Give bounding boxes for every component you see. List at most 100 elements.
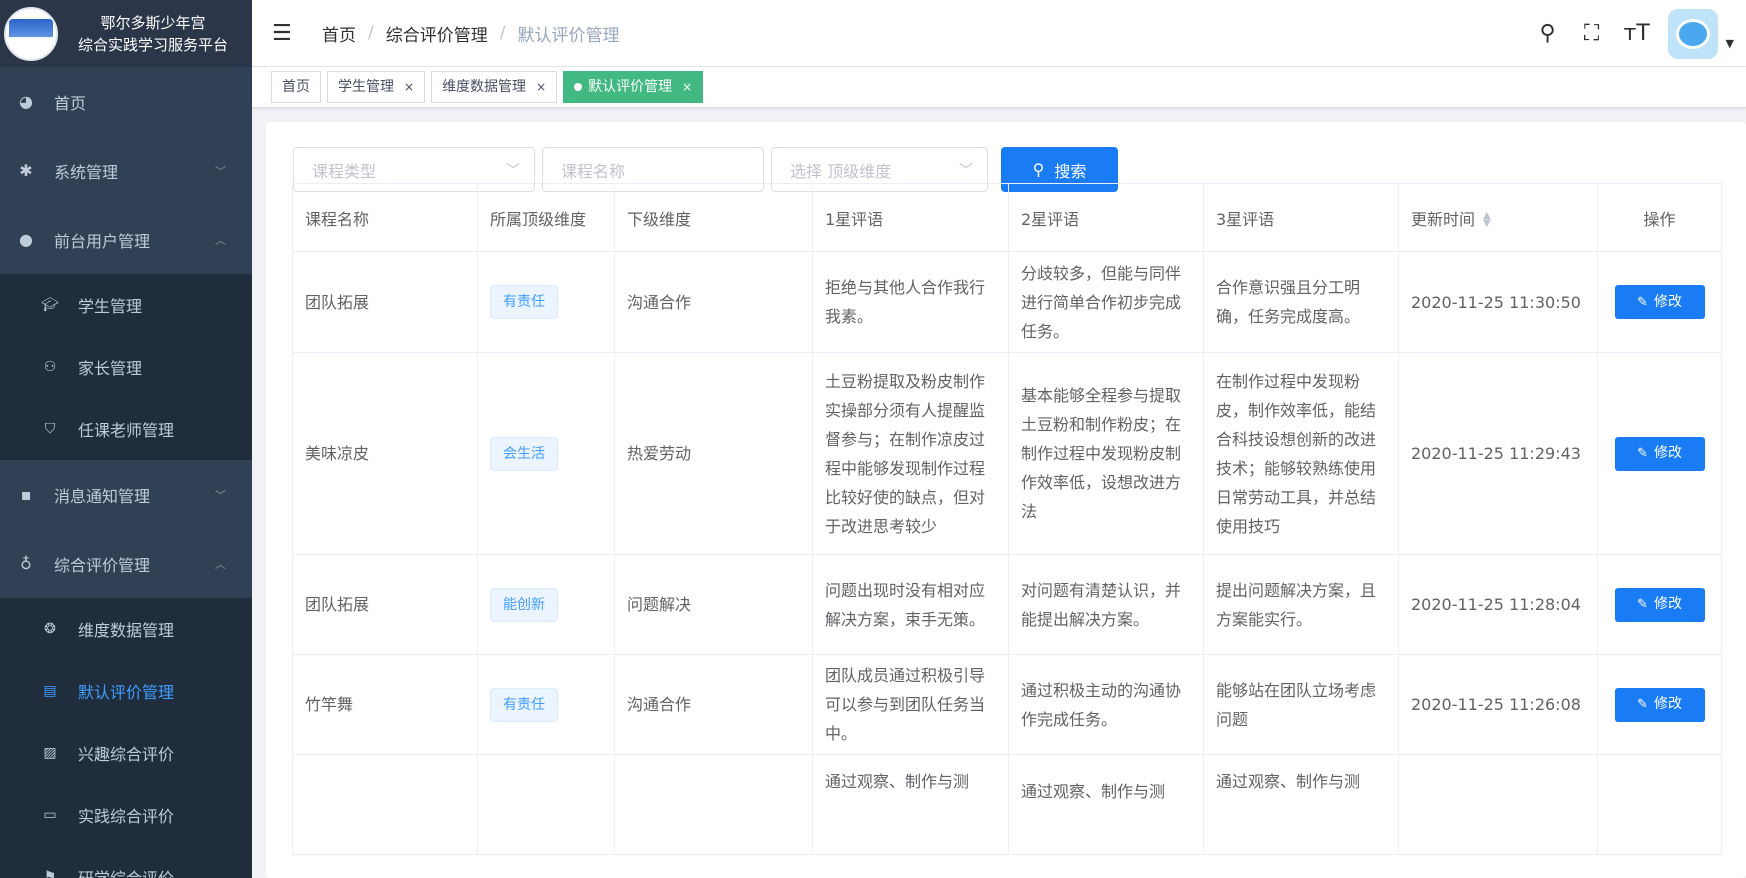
edit-icon: ✎ [1637, 697, 1648, 712]
breadcrumb-separator: / [368, 23, 374, 43]
data-icon: ❂ [44, 621, 56, 637]
sidebar-item-teachers[interactable]: ⛉ 任课老师管理 [0, 398, 252, 460]
search-icon[interactable]: ⚲ [1536, 21, 1560, 46]
edit-icon: ✎ [1637, 294, 1648, 310]
sidebar-item-practice-evaluation[interactable]: ▭ 实践综合评价 [0, 784, 252, 846]
award-icon: ♁ [20, 554, 32, 573]
fullscreen-icon[interactable]: ⛶ [1580, 21, 1604, 46]
sidebar-item-students[interactable]: 🎓︎ 学生管理 [0, 274, 252, 336]
hamburger-icon[interactable]: ☰ [272, 21, 298, 46]
sidebar-item-label: 系统管理 [54, 162, 119, 182]
close-icon[interactable]: × [404, 72, 414, 102]
column-header: 课程名称 [292, 183, 478, 252]
avatar[interactable] [1667, 8, 1718, 59]
star2-comment-cell: 通过观察、制作与测 [1008, 754, 1204, 855]
sidebar-item-label: 学生管理 [78, 297, 143, 316]
font-size-icon[interactable]: ᴛT [1624, 21, 1650, 46]
operation-cell: ✎ 修改 [1597, 251, 1722, 353]
top-dimension-cell: 有责任 [477, 251, 615, 353]
tag-label: 学生管理 [338, 79, 394, 95]
top-dimension-cell: 能创新 [477, 554, 615, 655]
sidebar-item-label: 首页 [54, 93, 87, 113]
sidebar-item-interest-evaluation[interactable]: ▨ 兴趣综合评价 [0, 722, 252, 784]
sidebar-item-label: 实践综合评价 [78, 807, 175, 826]
caret-down-icon[interactable]: ▼ [1726, 37, 1734, 50]
tag-students[interactable]: 学生管理 × [327, 71, 426, 103]
table-row: 竹竿舞 有责任 沟通合作 团队成员通过积极引导可以参与到团队任务当中。 通过积极… [292, 654, 1722, 755]
column-header-sortable[interactable]: 更新时间 ▲ ▼ [1398, 183, 1598, 252]
edit-button[interactable]: ✎ 修改 [1614, 436, 1705, 471]
close-icon[interactable]: × [536, 72, 546, 102]
sidebar-item-label: 兴趣综合评价 [78, 745, 175, 764]
tags-view: 首页 学生管理 × 维度数据管理 × 默认评价管理 × [252, 67, 1746, 108]
top-dimension-cell: 有责任 [477, 654, 615, 755]
search-icon: ⚲ [1032, 160, 1045, 179]
table-row: 通过观察、制作与测 通过观察、制作与测 通过观察、制作与测 [292, 754, 1722, 855]
table-row: 团队拓展 有责任 沟通合作 拒绝与其他人合作我行我素。 分歧较多，但能与同伴进行… [292, 251, 1722, 353]
edit-button-label: 修改 [1653, 445, 1682, 461]
breadcrumb: 首页 / 综合评价管理 / 默认评价管理 [322, 21, 619, 46]
sidebar-item-evaluation[interactable]: ♁ 综合评价管理 ︿ [0, 529, 252, 598]
top-dimension-cell [477, 754, 615, 855]
sub-dimension-cell: 问题解决 [614, 554, 813, 655]
monitor-icon: ▭ [43, 807, 57, 823]
edit-icon: ✎ [1637, 446, 1648, 461]
sidebar-item-system[interactable]: ✱ 系统管理 ﹀ [0, 136, 252, 205]
submenu-users: 🎓︎ 学生管理 ⚇ 家长管理 ⛉ 任课老师管理 [0, 274, 252, 460]
sidebar-item-default-evaluation[interactable]: ▤ 默认评价管理 [0, 660, 252, 722]
people-icon: ⚇ [43, 359, 57, 375]
operation-cell: ✎ 修改 [1597, 554, 1722, 655]
column-header-label: 更新时间 [1411, 209, 1476, 229]
star2-comment-cell: 分歧较多，但能与同伴进行简单合作初步完成任务。 [1008, 251, 1204, 353]
sub-dimension-cell: 沟通合作 [614, 654, 813, 755]
chevron-down-icon: ﹀ [215, 488, 226, 502]
edit-button[interactable]: ✎ 修改 [1614, 587, 1705, 622]
column-header: 所属顶级维度 [477, 183, 615, 252]
tag-dimension-data[interactable]: 维度数据管理 × [431, 71, 558, 103]
sidebar-item-study-evaluation[interactable]: ⚑ 研学综合评价 [0, 846, 252, 878]
update-time-cell: 2020-11-25 11:30:50 [1398, 251, 1598, 353]
close-icon[interactable]: × [682, 72, 692, 102]
column-header: 2星评语 [1008, 183, 1204, 252]
tag-label: 维度数据管理 [442, 79, 527, 95]
column-header: 1星评语 [812, 183, 1009, 252]
breadcrumb-current: 默认评价管理 [517, 25, 620, 46]
breadcrumb-home[interactable]: 首页 [322, 21, 356, 46]
dashboard-icon: ◕ [19, 92, 33, 111]
star1-comment-cell: 问题出现时没有相对应解决方案，束手无策。 [812, 554, 1009, 655]
course-name-cell: 美味凉皮 [292, 352, 478, 555]
course-name-cell [292, 754, 478, 855]
teacher-icon: ⛉ [44, 421, 56, 437]
update-time-cell: 2020-11-25 11:29:43 [1398, 352, 1598, 555]
course-name-cell: 团队拓展 [292, 251, 478, 353]
sub-dimension-cell: 沟通合作 [614, 251, 813, 353]
gear-icon: ✱ [19, 161, 33, 180]
star1-comment-cell: 通过观察、制作与测 [812, 754, 1009, 855]
sidebar-item-frontend-users[interactable]: ● 前台用户管理 ︿ [0, 205, 252, 274]
sort-icon[interactable]: ▲ ▼ [1483, 211, 1491, 229]
chart-icon: ▨ [43, 745, 57, 761]
course-name-cell: 竹竿舞 [292, 654, 478, 755]
edit-button[interactable]: ✎ 修改 [1614, 687, 1705, 722]
sidebar-item-messages[interactable]: ▪ 消息通知管理 ﹀ [0, 460, 252, 529]
star1-comment-cell: 拒绝与其他人合作我行我素。 [812, 251, 1009, 353]
sidebar-item-home[interactable]: ◕ 首页 [0, 67, 252, 136]
edit-button[interactable]: ✎ 修改 [1614, 285, 1705, 319]
sidebar-item-label: 任课老师管理 [78, 421, 175, 440]
platform-title-line1: 鄂尔多斯少年宫 [100, 13, 206, 32]
star1-comment-cell: 团队成员通过积极引导可以参与到团队任务当中。 [812, 654, 1009, 755]
edit-button-label: 修改 [1653, 293, 1682, 310]
edit-button-label: 修改 [1653, 596, 1682, 612]
sidebar: 鄂尔多斯少年宫 综合实践学习服务平台 ◕ 首页 ✱ 系统管理 ﹀ ● 前台用户管… [0, 0, 252, 878]
tag-home[interactable]: 首页 [271, 71, 321, 103]
star1-comment-cell: 土豆粉提取及粉皮制作实操部分须有人提醒监督参与；在制作凉皮过程中能够发现制作过程… [812, 352, 1009, 555]
sidebar-item-label: 默认评价管理 [78, 683, 175, 702]
user-icon: ● [19, 230, 33, 249]
star2-comment-cell: 通过积极主动的沟通协作完成任务。 [1008, 654, 1204, 755]
sidebar-item-parents[interactable]: ⚇ 家长管理 [0, 336, 252, 398]
breadcrumb-evaluation[interactable]: 综合评价管理 [386, 21, 488, 46]
sidebar-item-dimension-data[interactable]: ❂ 维度数据管理 [0, 598, 252, 660]
tag-default-evaluation[interactable]: 默认评价管理 × [563, 71, 704, 103]
chevron-up-icon: ︿ [215, 233, 226, 247]
breadcrumb-separator: / [499, 23, 506, 43]
